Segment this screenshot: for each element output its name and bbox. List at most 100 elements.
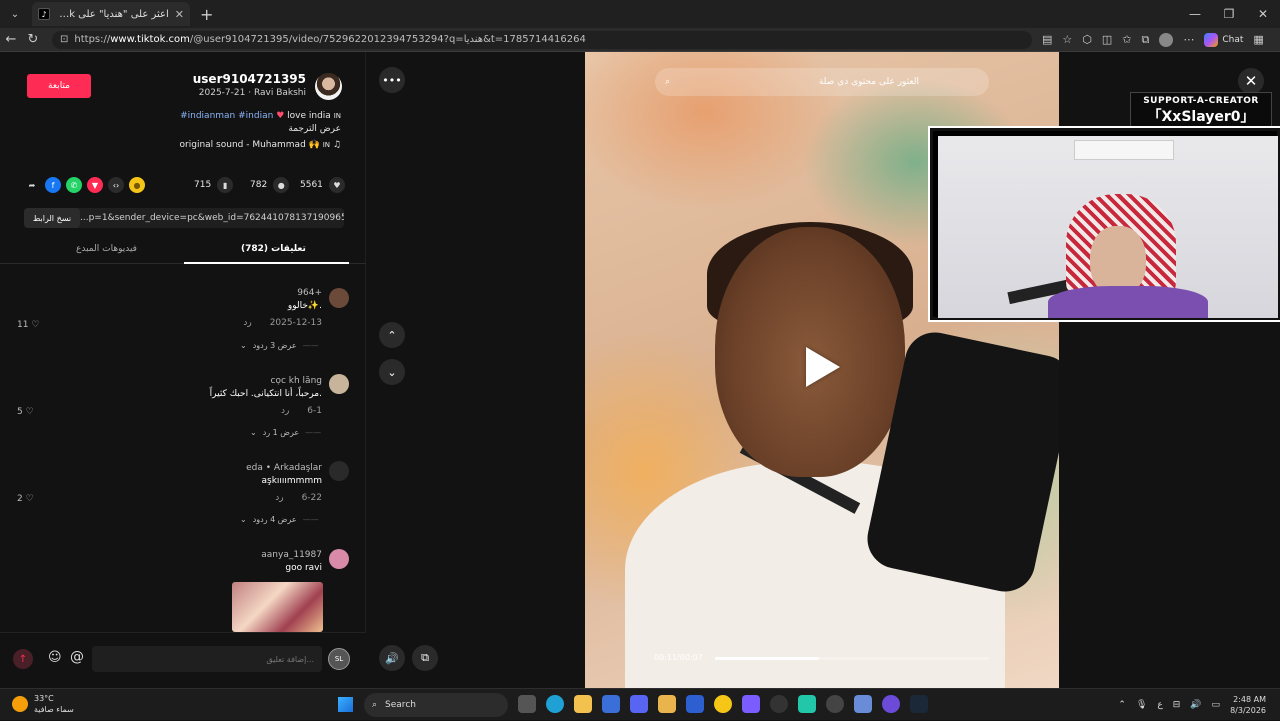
like-stat[interactable]: 5561 ♥ <box>300 177 345 193</box>
copilot-chat-button[interactable]: Chat <box>1204 32 1243 47</box>
author-avatar[interactable] <box>315 73 342 100</box>
settings-icon[interactable] <box>854 695 872 713</box>
split-screen-icon[interactable]: ◫ <box>1102 33 1112 46</box>
sound-link[interactable]: original sound - Muhammad 🙌 IN ♫ <box>180 140 341 150</box>
site-info-icon[interactable]: ⊡ <box>60 34 68 45</box>
comment-reply-link[interactable]: رد <box>243 318 251 328</box>
reading-mode-icon[interactable]: ▤ <box>1042 33 1052 46</box>
comment-reply-link[interactable]: رد <box>281 406 289 416</box>
input-language[interactable]: ع <box>1157 700 1162 710</box>
collections-icon[interactable]: ⧉ <box>1142 33 1150 47</box>
extensions-icon[interactable]: ⬡ <box>1082 33 1092 46</box>
emoji-icon[interactable]: ☺ <box>48 650 62 665</box>
taskbar-search[interactable]: ⌕ Search <box>364 693 508 717</box>
related-search-bar[interactable]: ⌕ العثور على محتوى ذي صلة <box>655 68 989 96</box>
heart-outline-icon: ♡ <box>25 407 34 417</box>
comment-like-button[interactable]: 11 ♡ <box>17 320 39 330</box>
refresh-icon[interactable]: ↻ <box>22 32 44 47</box>
facebook-icon[interactable]: f <box>45 177 61 193</box>
mention-icon[interactable]: @ <box>70 649 84 665</box>
avatar[interactable]: SL <box>328 648 350 670</box>
avatar[interactable] <box>329 549 349 569</box>
comment-stat[interactable]: 782 ● <box>250 177 290 193</box>
video-progress-bar[interactable] <box>715 657 989 660</box>
app-icon[interactable] <box>714 695 732 713</box>
comment-like-button[interactable]: 2 ♡ <box>17 494 34 504</box>
audio-app-icon[interactable] <box>798 695 816 713</box>
app-icon[interactable] <box>826 695 844 713</box>
sidebar-toggle-icon[interactable]: ▦ <box>1253 33 1263 46</box>
battery-icon[interactable]: ▭ <box>1212 700 1221 710</box>
comment-like-button[interactable]: 5 ♡ <box>17 407 34 417</box>
comment-input[interactable] <box>92 646 322 672</box>
avatar[interactable] <box>329 288 349 308</box>
app-icon[interactable] <box>658 695 676 713</box>
microphone-icon[interactable]: 🎙 <box>1136 700 1147 710</box>
task-view-icon[interactable] <box>518 695 536 713</box>
comment-reply-link[interactable]: رد <box>275 493 283 503</box>
comment-image[interactable] <box>232 582 323 632</box>
comment-author[interactable]: aanya_11987 <box>261 550 322 560</box>
gamepad-icon[interactable] <box>742 695 760 713</box>
view-replies-button[interactable]: ⌄ عرض 1 رد —— <box>250 428 321 437</box>
tab-comments[interactable]: تعليقات (782) <box>241 244 306 254</box>
toolbar-icons: ▤ ☆ ⬡ ◫ ✩ ⧉ ⋯ Chat ▦ <box>1042 32 1264 47</box>
back-icon[interactable]: ← <box>0 32 22 47</box>
more-options-button[interactable]: ••• <box>379 67 405 93</box>
tiktok-friends-icon[interactable]: ▼ <box>87 177 103 193</box>
steam-icon[interactable] <box>910 695 928 713</box>
comment-author[interactable]: 964+ <box>297 288 322 298</box>
file-explorer-icon[interactable] <box>574 695 592 713</box>
favorite-star-icon[interactable]: ☆ <box>1062 33 1072 46</box>
windows-start-icon[interactable] <box>338 697 353 712</box>
minimize-button[interactable]: — <box>1178 0 1212 28</box>
view-replies-button[interactable]: ⌄ عرض 4 ردود —— <box>240 515 319 524</box>
share-arrow-icon[interactable]: ➦ <box>24 177 40 193</box>
comment-author[interactable]: eda • Arkadaşlar <box>246 463 322 473</box>
network-icon[interactable]: ⊟ <box>1173 700 1181 710</box>
copy-link-button[interactable]: نسخ الرابط <box>24 208 80 228</box>
coin-icon[interactable]: ● <box>129 177 145 193</box>
caption-hashtags[interactable]: #indianman #indian <box>180 111 273 121</box>
new-tab-button[interactable]: + <box>200 5 213 24</box>
avatar[interactable] <box>329 374 349 394</box>
author-username[interactable]: user9104721395 <box>193 72 306 86</box>
volume-icon[interactable]: 🔊 <box>1190 700 1201 710</box>
tab-creator-videos[interactable]: فيديوهات المبدع <box>76 244 137 254</box>
translate-link[interactable]: عرض الترجمة <box>180 123 341 136</box>
view-replies-button[interactable]: ⌄ عرض 3 ردود —— <box>240 341 319 350</box>
word-icon[interactable] <box>686 695 704 713</box>
save-stat[interactable]: 715 ▮ <box>194 177 234 193</box>
browser-tab-active[interactable]: ♪ اعثر على "هنديا" على TikTok | بحث ✕ <box>32 2 190 26</box>
window-controls: — ❐ ✕ <box>1178 0 1280 28</box>
close-window-button[interactable]: ✕ <box>1246 0 1280 28</box>
whatsapp-icon[interactable]: ✆ <box>66 177 82 193</box>
app-icon[interactable] <box>882 695 900 713</box>
follow-button[interactable]: متابعة <box>27 74 91 98</box>
pip-icon[interactable]: ⧉ <box>412 645 438 671</box>
store-icon[interactable] <box>602 695 620 713</box>
comment-author[interactable]: cọc kh lăng <box>271 376 322 386</box>
favorites-icon[interactable]: ✩ <box>1122 33 1131 46</box>
avatar[interactable] <box>329 461 349 481</box>
edge-icon[interactable] <box>546 695 564 713</box>
next-video-button[interactable]: ⌄ <box>379 359 405 385</box>
obs-icon[interactable] <box>770 695 788 713</box>
share-link-text[interactable]: ...p=1&sender_device=pc&web_id=762441078… <box>80 213 344 223</box>
send-comment-button[interactable]: ↑ <box>13 649 33 669</box>
maximize-button[interactable]: ❐ <box>1212 0 1246 28</box>
profile-avatar[interactable] <box>1159 32 1174 47</box>
volume-icon[interactable]: 🔊 <box>379 645 405 671</box>
embed-code-icon[interactable]: ‹› <box>108 177 124 193</box>
clock[interactable]: 2:48 AM 8/3/2026 <box>1230 694 1266 716</box>
weather-widget[interactable]: 33°C سماء صافية <box>12 693 74 715</box>
discord-icon[interactable] <box>630 695 648 713</box>
tab-list-button[interactable]: ⌄ <box>4 4 26 24</box>
close-tab-icon[interactable]: ✕ <box>175 8 184 21</box>
more-menu-icon[interactable]: ⋯ <box>1183 33 1194 46</box>
close-video-button[interactable]: ✕ <box>1238 68 1264 94</box>
url-field[interactable]: ⊡ https://www.tiktok.com/@user9104721395… <box>52 30 1032 49</box>
chevron-up-icon[interactable]: ⌃ <box>1118 700 1126 710</box>
play-icon[interactable] <box>806 347 840 387</box>
previous-video-button[interactable]: ⌃ <box>379 322 405 348</box>
